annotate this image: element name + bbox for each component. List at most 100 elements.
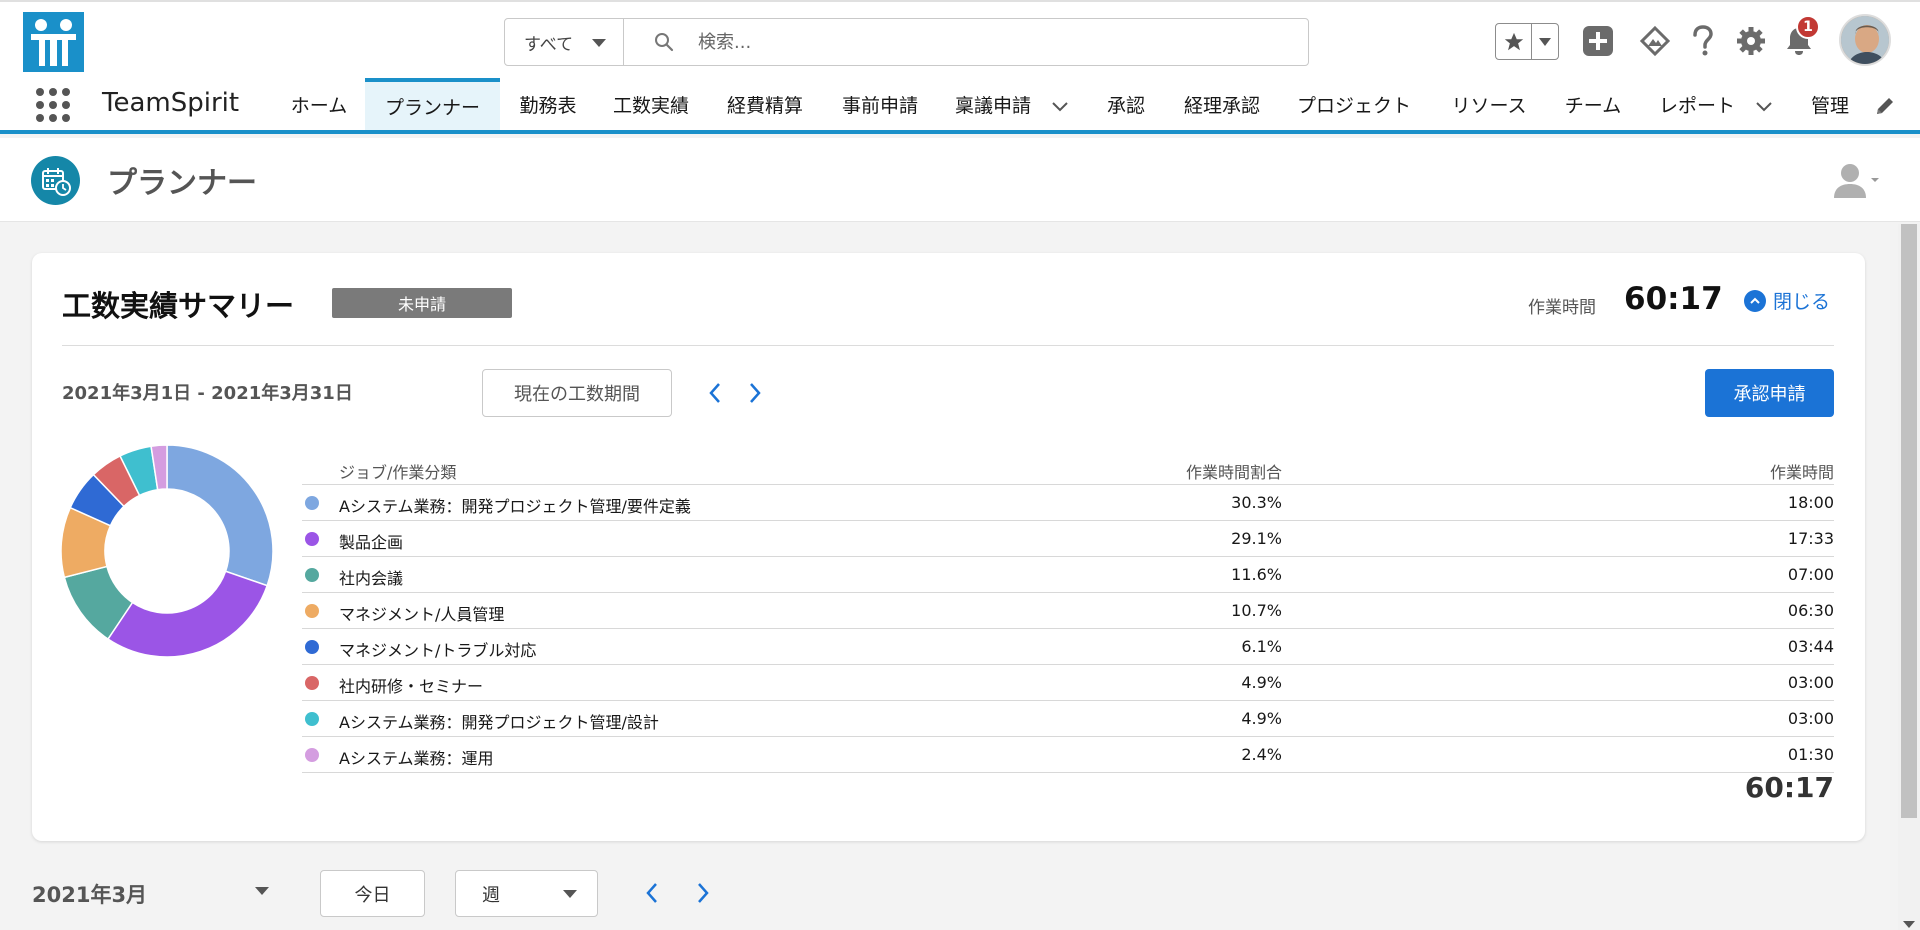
close-summary-button[interactable]: 閉じる bbox=[1744, 287, 1830, 314]
scrollbar-thumb[interactable] bbox=[1901, 224, 1917, 818]
app-launcher-dot-icon bbox=[49, 114, 57, 122]
app-launcher-dot-icon bbox=[62, 114, 70, 122]
favorites-group bbox=[1495, 23, 1559, 60]
teamspirit-logo[interactable] bbox=[23, 12, 84, 72]
job-name: マネジメント/人員管理 bbox=[339, 605, 505, 624]
job-ratio: 4.9% bbox=[1241, 673, 1282, 692]
plus-icon bbox=[1583, 26, 1613, 56]
user-menu-button[interactable] bbox=[1832, 162, 1880, 200]
tab-timesheet[interactable]: 勤務表 bbox=[508, 78, 588, 130]
job-time: 01:30 bbox=[1787, 745, 1834, 764]
table-row: マネジメント/人員管理 10.7% 06:30 bbox=[302, 593, 1834, 629]
tab-planner[interactable]: プランナー bbox=[365, 78, 500, 130]
tab-admin[interactable]: 管理 bbox=[1800, 78, 1860, 130]
chevron-down-icon[interactable] bbox=[1050, 96, 1070, 116]
planner-icon bbox=[31, 156, 80, 205]
app-launcher-dot-icon bbox=[49, 101, 57, 109]
next-week-button[interactable] bbox=[692, 878, 714, 908]
job-name: 社内研修・セミナー bbox=[339, 677, 484, 696]
job-name: Aシステム業務：運用 bbox=[339, 749, 494, 768]
table-row: Aシステム業務：運用 2.4% 01:30 bbox=[302, 737, 1834, 773]
job-name: 製品企画 bbox=[339, 533, 404, 552]
job-ratio: 4.9% bbox=[1241, 709, 1282, 728]
avatar[interactable] bbox=[1839, 14, 1891, 66]
favorites-button[interactable] bbox=[1496, 24, 1532, 59]
legend-dot bbox=[305, 604, 319, 618]
table-row: Aシステム業務：開発プロジェクト管理/設計 4.9% 03:00 bbox=[302, 701, 1834, 737]
table-total: 60:17 bbox=[1744, 771, 1834, 804]
work-time-label: 作業時間 bbox=[1528, 298, 1596, 318]
chevron-right-icon bbox=[698, 883, 709, 903]
view-mode-select[interactable]: 週 bbox=[455, 870, 598, 917]
chevron-down-icon bbox=[563, 890, 577, 898]
tab-approval[interactable]: 承認 bbox=[1096, 78, 1156, 130]
chevron-up-icon bbox=[1744, 289, 1766, 312]
app-launcher-dot-icon bbox=[36, 101, 44, 109]
today-button[interactable]: 今日 bbox=[320, 870, 425, 917]
job-table: ジョブ/作業分類 作業時間割合 作業時間 Aシステム業務：開発プロジェクト管理/… bbox=[302, 449, 1834, 773]
setup-button[interactable] bbox=[1732, 22, 1770, 60]
legend-dot bbox=[305, 496, 319, 510]
chevron-down-icon[interactable] bbox=[255, 887, 269, 895]
legend-dot bbox=[305, 712, 319, 726]
job-name: 社内会議 bbox=[339, 569, 404, 588]
favorites-list-button[interactable] bbox=[1532, 24, 1558, 59]
status-badge: 未申請 bbox=[332, 288, 512, 318]
star-icon bbox=[1504, 32, 1523, 50]
divider bbox=[62, 345, 1834, 346]
current-period-button[interactable]: 現在の工数期間 bbox=[482, 369, 672, 417]
help-button[interactable] bbox=[1684, 22, 1722, 60]
job-time: 17:33 bbox=[1787, 529, 1834, 548]
tab-accounting-approval[interactable]: 経理承認 bbox=[1172, 78, 1272, 130]
search-box[interactable] bbox=[623, 18, 1309, 66]
trailhead-button[interactable] bbox=[1636, 22, 1674, 60]
tab-expenses[interactable]: 経費精算 bbox=[714, 78, 816, 130]
app-launcher-dot-icon bbox=[36, 88, 44, 96]
search-icon bbox=[655, 33, 674, 52]
previous-week-button[interactable] bbox=[641, 878, 663, 908]
table-row: 社内研修・セミナー 4.9% 03:00 bbox=[302, 665, 1834, 701]
app-launcher-button[interactable] bbox=[36, 88, 70, 122]
submit-approval-button[interactable]: 承認申請 bbox=[1705, 369, 1834, 417]
page-scrollbar[interactable] bbox=[1898, 224, 1920, 930]
user-photo-icon bbox=[1841, 16, 1889, 64]
legend-dot bbox=[305, 532, 319, 546]
previous-period-button[interactable] bbox=[704, 378, 726, 408]
notification-badge: 1 bbox=[1796, 15, 1820, 39]
donut-slice bbox=[106, 570, 269, 658]
pencil-icon[interactable] bbox=[1873, 94, 1897, 118]
scroll-down-arrow-icon[interactable] bbox=[1903, 921, 1915, 928]
calendar-month-label[interactable]: 2021年3月 bbox=[32, 879, 147, 909]
help-icon bbox=[1693, 25, 1713, 56]
work-time-value: 60:17 bbox=[1624, 281, 1723, 317]
next-period-button[interactable] bbox=[744, 378, 766, 408]
tab-resources[interactable]: リソース bbox=[1436, 78, 1542, 130]
close-label: 閉じる bbox=[1773, 291, 1831, 313]
chevron-right-icon bbox=[750, 383, 761, 403]
page-title: プランナー bbox=[107, 166, 257, 201]
view-mode-label: 週 bbox=[482, 884, 500, 906]
job-time: 07:00 bbox=[1787, 565, 1834, 584]
tab-reports[interactable]: レポート bbox=[1646, 78, 1748, 130]
tab-team[interactable]: チーム bbox=[1556, 78, 1630, 130]
global-actions-button[interactable] bbox=[1579, 22, 1617, 60]
tab-home[interactable]: ホーム bbox=[278, 78, 360, 130]
tab-ringi[interactable]: 稟議申請 bbox=[944, 78, 1042, 130]
table-row: Aシステム業務：開発プロジェクト管理/要件定義 30.3% 18:00 bbox=[302, 485, 1834, 521]
chevron-down-icon[interactable] bbox=[1754, 96, 1774, 116]
tab-work-hours[interactable]: 工数実績 bbox=[602, 78, 700, 130]
tab-project[interactable]: プロジェクト bbox=[1288, 78, 1420, 130]
table-row: 社内会議 11.6% 07:00 bbox=[302, 557, 1834, 593]
table-header: ジョブ/作業分類 作業時間割合 作業時間 bbox=[302, 449, 1834, 485]
app-launcher-dot-icon bbox=[62, 88, 70, 96]
search-input[interactable] bbox=[698, 31, 1258, 53]
search-scope-label: すべて bbox=[524, 34, 574, 55]
tab-pre-application[interactable]: 事前申請 bbox=[830, 78, 930, 130]
job-time: 18:00 bbox=[1787, 493, 1834, 512]
app-launcher-dot-icon bbox=[49, 88, 57, 96]
job-time: 03:00 bbox=[1787, 709, 1834, 728]
period-range: 2021年3月1日 - 2021年3月31日 bbox=[62, 383, 353, 404]
job-time: 06:30 bbox=[1787, 601, 1834, 620]
search-scope-select[interactable]: すべて bbox=[504, 18, 624, 66]
table-row: 製品企画 29.1% 17:33 bbox=[302, 521, 1834, 557]
